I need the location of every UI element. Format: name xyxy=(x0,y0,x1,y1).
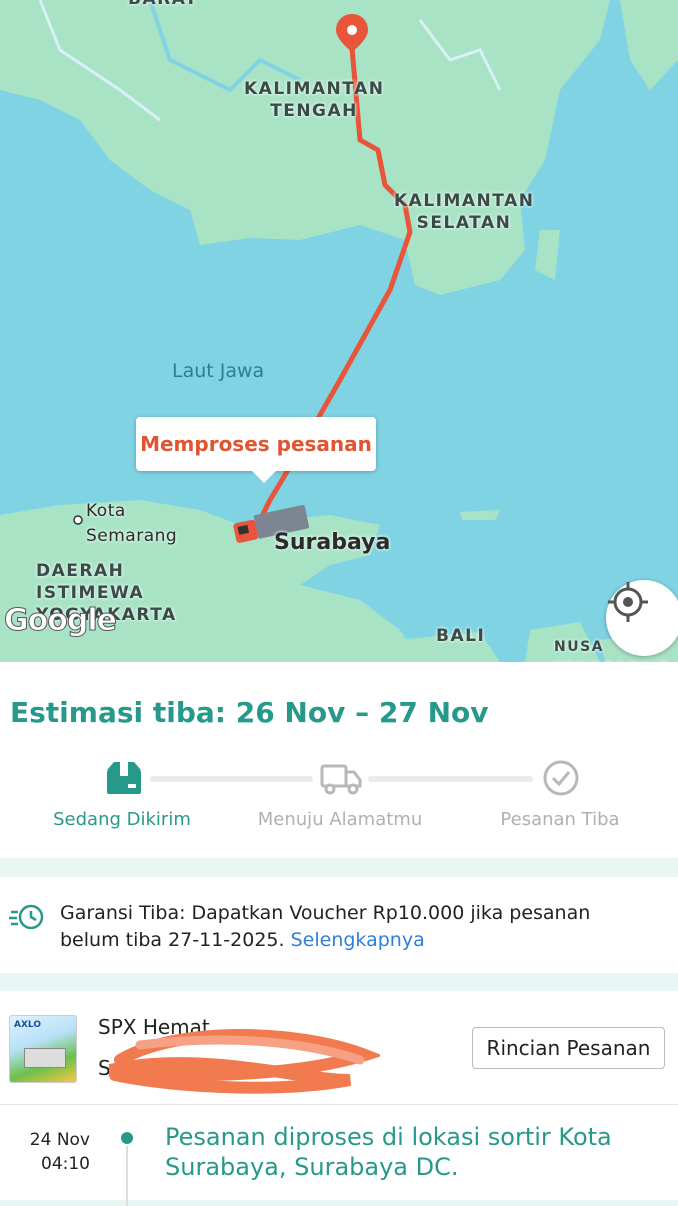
redaction-scribble xyxy=(108,1029,380,1094)
map-view[interactable]: BARAT KALIMANTAN TENGAH KALIMANTAN SELAT… xyxy=(0,0,678,662)
region-label-top: BARAT xyxy=(128,0,198,10)
region-label-bali: BALI xyxy=(436,626,486,646)
google-logo: Google xyxy=(4,603,118,639)
status-callout: Memproses pesanan xyxy=(136,417,376,483)
guarantee-text: Garansi Tiba: Dapatkan Voucher Rp10.000 … xyxy=(60,900,650,954)
city-label-surabaya: Surabaya xyxy=(274,530,391,555)
timeline-line xyxy=(126,1146,128,1206)
crosshair-icon xyxy=(608,582,648,622)
event-date: 24 Nov xyxy=(29,1130,90,1150)
region-label-kalimantan-selatan: KALIMANTAN SELATAN xyxy=(394,191,535,233)
step-label-menuju: Menuju Alamatmu xyxy=(257,809,423,830)
step-label-tiba: Pesanan Tiba xyxy=(500,809,620,830)
step-label-dikirim: Sedang Dikirim xyxy=(53,809,191,830)
clock-fast-icon xyxy=(9,902,45,937)
timeline-dot xyxy=(121,1132,133,1144)
progress-track-1 xyxy=(150,776,313,782)
event-datetime: 24 Nov 04:10 xyxy=(18,1128,90,1176)
event-time: 04:10 xyxy=(41,1154,90,1174)
eta-title: Estimasi tiba: 26 Nov – 27 Nov xyxy=(10,696,489,729)
section-divider xyxy=(0,1104,678,1105)
region-label-kalimantan-tengah: KALIMANTAN TENGAH xyxy=(244,79,385,121)
product-thumbnail[interactable]: AXLO xyxy=(9,1015,77,1083)
sea-label: Laut Jawa xyxy=(172,360,265,382)
my-location-button[interactable] xyxy=(606,580,678,656)
order-detail-button[interactable]: Rincian Pesanan xyxy=(472,1027,665,1069)
city-label-semarang: Kota Semarang xyxy=(86,501,178,546)
check-circle-icon xyxy=(541,758,581,798)
guarantee-more-link[interactable]: Selengkapnya xyxy=(291,929,425,951)
progress-track-2 xyxy=(368,776,533,782)
event-description: Pesanan diproses di lokasi sortir Kota S… xyxy=(165,1123,612,1181)
delivery-truck-icon xyxy=(320,758,362,798)
package-box-icon xyxy=(104,758,144,798)
